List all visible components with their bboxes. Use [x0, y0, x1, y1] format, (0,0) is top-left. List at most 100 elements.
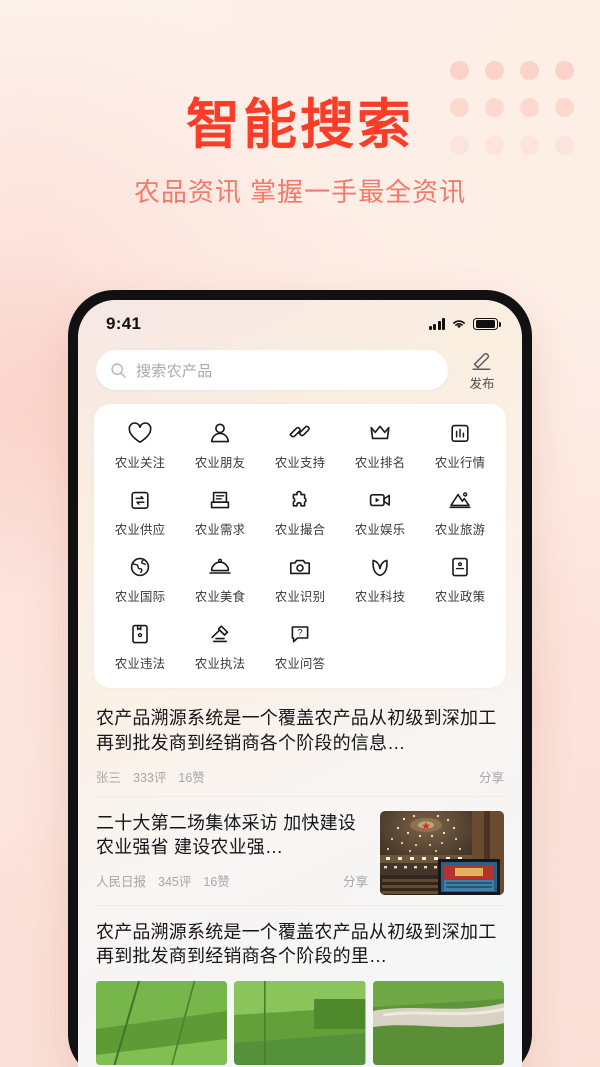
news-text: 农产品溯源系统是一个覆盖农产品从初级到深加工再到批发商到经销商各个阶段的信息…	[96, 706, 504, 756]
grid-item-label: 农业识别	[274, 590, 326, 604]
grid-item-agri-technology[interactable]: 农业科技	[340, 552, 420, 609]
headline-block: 智能搜索 农品资讯 掌握一手最全资讯	[0, 95, 600, 209]
heart-icon	[127, 420, 153, 446]
search-row: 搜索农产品 发布	[78, 342, 522, 404]
grid-item-label: 农业朋友	[194, 456, 246, 470]
grid-item-label: 农业政策	[434, 590, 486, 604]
news-text: 二十大第二场集体采访 加快建设农业强省 建设农业强… 人民日报 345评 16赞…	[96, 811, 368, 891]
grid-item-agri-friend[interactable]: 农业朋友	[180, 418, 260, 475]
grid-item-agri-tourism[interactable]: 农业旅游	[420, 485, 500, 542]
publish-label: 发布	[469, 377, 495, 391]
grid-item-label: 农业支持	[274, 456, 326, 470]
news-thumbnail[interactable]	[380, 810, 504, 895]
grid-item-agri-market[interactable]: 农业行情	[420, 418, 500, 475]
grid-item-agri-demand[interactable]: 农业需求	[180, 485, 260, 542]
page-title: 智能搜索	[186, 95, 414, 155]
news-body: 二十大第二场集体采访 加快建设农业强省 建设农业强… 人民日报 345评 16赞…	[96, 810, 504, 895]
grid-item-agri-support[interactable]: 农业支持	[260, 418, 340, 475]
news-body: 农产品溯源系统是一个覆盖农产品从初级到深加工再到批发商到经销商各个阶段的信息…	[96, 706, 504, 756]
news-title: 农产品溯源系统是一个覆盖农产品从初级到深加工再到批发商到经销商各个阶段的里…	[96, 921, 497, 967]
promo-page: 智能搜索 农品资讯 掌握一手最全资讯 9:41 搜索农产品 发布 农业关注 农业…	[0, 0, 600, 1067]
leaf-icon	[367, 554, 393, 580]
search-input[interactable]: 搜索农产品	[96, 350, 448, 390]
video-icon	[367, 487, 393, 513]
exchange-icon	[127, 487, 153, 513]
cloche-icon	[207, 554, 233, 580]
crown-icon	[367, 420, 393, 446]
grid-item-agri-recognition[interactable]: 农业识别	[260, 552, 340, 609]
news-share-button[interactable]: 分享	[479, 767, 504, 786]
publish-button[interactable]: 发布	[460, 348, 504, 392]
news-source: 张三	[96, 770, 122, 785]
grid-item-agri-supply[interactable]: 农业供应	[100, 485, 180, 542]
grid-item-agri-policy[interactable]: 农业政策	[420, 552, 500, 609]
grid-item-label: 农业供应	[114, 523, 166, 537]
phone-mockup: 9:41 搜索农产品 发布 农业关注 农业朋友 农业支持 农业排名 农业行情 农…	[68, 290, 532, 1067]
globe-icon	[127, 554, 153, 580]
policy-icon	[447, 554, 473, 580]
svg-text:?: ?	[297, 628, 302, 639]
news-meta: 张三 333评 16赞 分享	[96, 767, 504, 786]
news-meta: 人民日报 345评 16赞 分享	[96, 871, 368, 890]
grid-item-agri-follow[interactable]: 农业关注	[100, 418, 180, 475]
signal-icon	[428, 318, 445, 330]
news-item[interactable]: 农产品溯源系统是一个覆盖农产品从初级到深加工再到批发商到经销商各个阶段的信息… …	[96, 702, 504, 797]
grid-item-label: 农业排名	[354, 456, 406, 470]
grid-item-agri-qa[interactable]: ? 农业问答	[260, 619, 340, 676]
status-time: 9:41	[106, 314, 142, 333]
grid-item-label: 农业科技	[354, 590, 406, 604]
grid-item-agri-enforcement[interactable]: 农业执法	[180, 619, 260, 676]
news-comments: 333评	[133, 770, 167, 785]
grid-item-agri-international[interactable]: 农业国际	[100, 552, 180, 609]
news-item[interactable]: 农产品溯源系统是一个覆盖农产品从初级到深加工再到批发商到经销商各个阶段的里…	[96, 906, 504, 1067]
news-text: 农产品溯源系统是一个覆盖农产品从初级到深加工再到批发商到经销商各个阶段的里…	[96, 920, 504, 970]
news-source: 人民日报	[96, 875, 147, 890]
grid-item-label: 农业违法	[114, 657, 166, 671]
news-list: 农产品溯源系统是一个覆盖农产品从初级到深加工再到批发商到经销商各个阶段的信息… …	[96, 702, 504, 1067]
grid-item-label: 农业撮合	[274, 523, 326, 537]
news-title: 农产品溯源系统是一个覆盖农产品从初级到深加工再到批发商到经销商各个阶段的信息…	[96, 708, 497, 753]
grid-item-agri-match[interactable]: 农业撮合	[260, 485, 340, 542]
inbox-icon	[207, 487, 233, 513]
grid-item-label: 农业问答	[274, 657, 326, 671]
person-icon	[207, 420, 233, 446]
news-comments: 345评	[158, 875, 192, 890]
wifi-icon	[451, 318, 467, 330]
grid-item-agri-food[interactable]: 农业美食	[180, 552, 260, 609]
grid-item-label: 农业旅游	[434, 523, 486, 537]
category-grid: 农业关注 农业朋友 农业支持 农业排名 农业行情 农业供应 农业需求 农业撮合 …	[94, 404, 506, 688]
news-thumbnail[interactable]	[234, 981, 366, 1066]
search-icon	[110, 362, 127, 379]
news-likes: 16赞	[203, 875, 230, 890]
pencil-icon	[469, 348, 495, 372]
handshake-icon	[287, 420, 313, 446]
gavel-icon	[207, 621, 233, 647]
news-likes: 16赞	[178, 770, 205, 785]
search-placeholder: 搜索农产品	[136, 362, 213, 380]
grid-item-agri-entertainment[interactable]: 农业娱乐	[340, 485, 420, 542]
news-thumbnail[interactable]	[96, 981, 228, 1066]
puzzle-icon	[287, 487, 313, 513]
grid-item-label: 农业国际	[114, 590, 166, 604]
battery-icon	[473, 317, 501, 331]
news-thumbnail[interactable]	[372, 981, 504, 1066]
grid-item-label: 农业行情	[434, 456, 486, 470]
news-thumbnail-row	[96, 981, 504, 1066]
mountain-icon	[447, 487, 473, 513]
grid-item-label: 农业执法	[194, 657, 246, 671]
grid-item-agri-violation[interactable]: 农业违法	[100, 619, 180, 676]
news-item[interactable]: 二十大第二场集体采访 加快建设农业强省 建设农业强… 人民日报 345评 16赞…	[96, 797, 504, 906]
news-body: 农产品溯源系统是一个覆盖农产品从初级到深加工再到批发商到经销商各个阶段的里…	[96, 920, 504, 970]
grid-item-label: 农业娱乐	[354, 523, 406, 537]
violation-icon	[127, 621, 153, 647]
camera-icon	[287, 554, 313, 580]
bar-chart-icon	[447, 420, 473, 446]
news-title: 二十大第二场集体采访 加快建设农业强省 建设农业强…	[96, 812, 356, 858]
grid-item-agri-rank[interactable]: 农业排名	[340, 418, 420, 475]
status-bar: 9:41	[78, 300, 522, 342]
grid-item-label: 农业需求	[194, 523, 246, 537]
phone-screen: 9:41 搜索农产品 发布 农业关注 农业朋友 农业支持 农业排名 农业行情 农…	[78, 300, 522, 1067]
news-share-button[interactable]: 分享	[343, 871, 368, 890]
grid-item-label: 农业美食	[194, 590, 246, 604]
question-icon: ?	[287, 621, 313, 647]
